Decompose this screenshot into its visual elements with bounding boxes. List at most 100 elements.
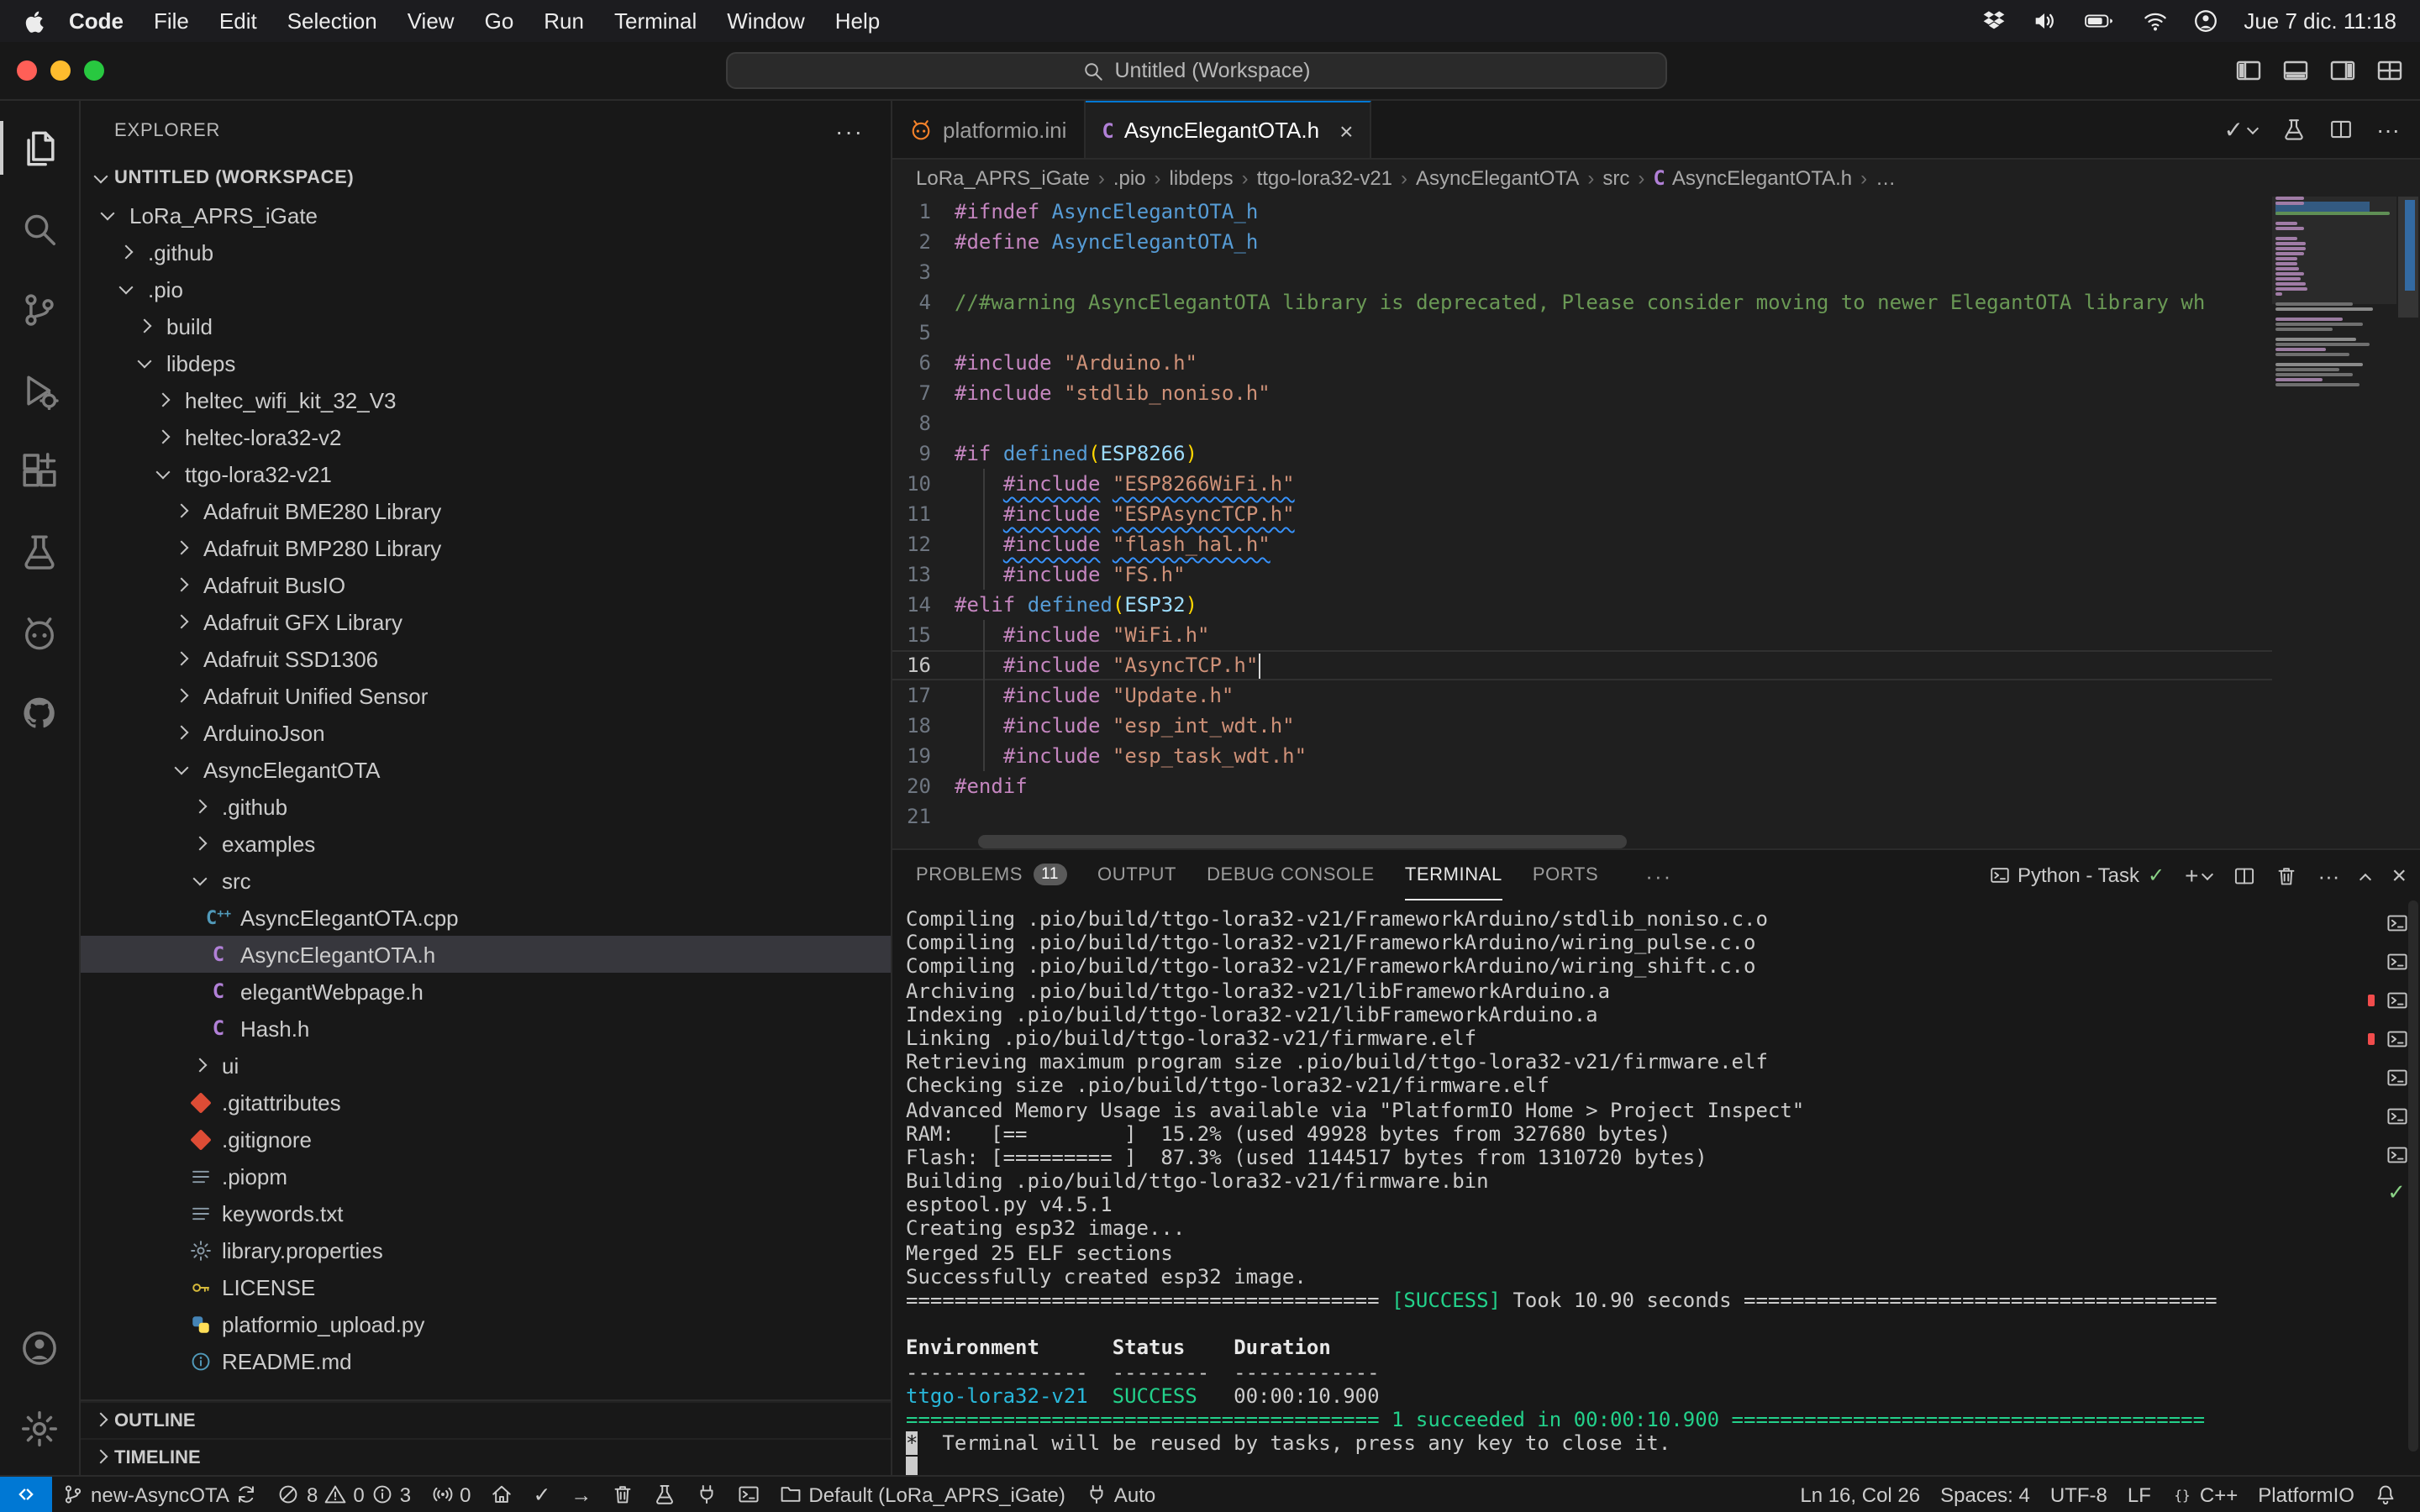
tree-item-hash.h[interactable]: CHash.h [81,1010,891,1047]
breadcrumb-lora_aprs_igate[interactable]: LoRa_APRS_iGate [916,166,1090,190]
statusbar-pio-test[interactable] [644,1477,686,1512]
close-window-button[interactable] [17,60,37,81]
statusbar-platformio-status[interactable]: PlatformIO [2248,1477,2365,1512]
code-line-3[interactable]: 3 [892,257,2272,287]
tree-item-adafruit-busio[interactable]: Adafruit BusIO [81,566,891,603]
tree-item-arduinojson[interactable]: ArduinoJson [81,714,891,751]
navigate-back-button[interactable] [672,57,699,84]
tree-item-libdeps[interactable]: libdeps [81,344,891,381]
statusbar-pio-env[interactable]: Default (LoRa_APRS_iGate) [770,1477,1076,1512]
code-line-1[interactable]: 1#ifndef AsyncElegantOTA_h [892,197,2272,227]
menu-run[interactable]: Run [529,8,599,34]
tree-item-asyncelegantota.h[interactable]: CAsyncElegantOTA.h [81,936,891,973]
customize-layout-icon[interactable] [2376,57,2403,84]
tree-item-asyncelegantota[interactable]: AsyncElegantOTA [81,751,891,788]
terminal-instance-4[interactable] [2383,1026,2410,1050]
tree-item-.github[interactable]: .github [81,234,891,270]
apple-menu-icon[interactable] [24,9,47,33]
breadcrumb-libdeps[interactable]: libdeps [1170,166,1234,190]
statusbar-pio-clean[interactable] [602,1477,644,1512]
breadcrumb-asyncelegantota[interactable]: AsyncElegantOTA [1416,166,1579,190]
activity-testing[interactable] [0,511,80,591]
statusbar-language-mode[interactable]: {}C++ [2161,1477,2248,1512]
explorer-more-actions-icon[interactable]: ··· [835,117,864,144]
menu-view[interactable]: View [392,8,470,34]
code-line-10[interactable]: 10 #include "ESP8266WiFi.h" [892,469,2272,499]
tree-item-examples[interactable]: examples [81,825,891,862]
code-line-14[interactable]: 14#elif defined(ESP32) [892,590,2272,620]
tree-item-.piopm[interactable]: .piopm [81,1158,891,1194]
task-success-icon[interactable]: ✓ [2383,1181,2410,1205]
menu-help[interactable]: Help [820,8,896,34]
terminal-instance-2[interactable] [2383,949,2410,973]
statusbar-pio-serial-monitor[interactable] [686,1477,728,1512]
tree-item-lora-aprs-igate[interactable]: LoRa_APRS_iGate [81,197,891,234]
menu-code[interactable]: Code [54,8,139,34]
toggle-secondary-sidebar-icon[interactable] [2329,57,2356,84]
panel-tab-ports[interactable]: PORTS [1533,850,1598,900]
statusbar-problems[interactable]: 803 [268,1477,421,1512]
statusbar-eol[interactable]: LF [2118,1477,2161,1512]
terminal-instance-7[interactable] [2383,1142,2410,1166]
toggle-panel-icon[interactable] [2282,57,2309,84]
tree-item-.pio[interactable]: .pio [81,270,891,307]
activity-explorer[interactable] [0,108,80,188]
terminal-output[interactable]: Compiling .pio/build/ttgo-lora32-v21/Fra… [892,900,2373,1475]
breadcrumb-ttgo-lora32-v21[interactable]: ttgo-lora32-v21 [1257,166,1392,190]
tree-item-ui[interactable]: ui [81,1047,891,1084]
tree-item-adafruit-gfx-library[interactable]: Adafruit GFX Library [81,603,891,640]
editor-more-actions-button[interactable]: ··· [2376,116,2400,143]
statusbar-pio-upload[interactable]: → [560,1477,602,1512]
code-line-21[interactable]: 21 [892,801,2272,832]
activity-search[interactable] [0,188,80,269]
terminal-instance-6[interactable] [2383,1104,2410,1127]
test-beaker-button[interactable] [2282,118,2306,141]
code-line-4[interactable]: 4//#warning AsyncElegantOTA library is d… [892,287,2272,318]
code-line-20[interactable]: 20#endif [892,771,2272,801]
code-line-15[interactable]: 15 #include "WiFi.h" [892,620,2272,650]
activity-extensions[interactable] [0,430,80,511]
panel-tab-output[interactable]: OUTPUT [1097,850,1176,900]
toggle-sidebar-icon[interactable] [2235,57,2262,84]
statusbar-pio-build[interactable]: ✓ [523,1477,560,1512]
breadcrumb-asyncelegantota.h[interactable]: CAsyncElegantOTA.h [1653,166,1852,190]
code-line-2[interactable]: 2#define AsyncElegantOTA_h [892,227,2272,257]
code-line-5[interactable]: 5 [892,318,2272,348]
command-center-search[interactable]: Untitled (Workspace) [726,52,1667,89]
outline-section-header[interactable]: OUTLINE [81,1401,891,1438]
activity-source-control[interactable] [0,269,80,349]
statusbar-encoding[interactable]: UTF-8 [2040,1477,2118,1512]
minimize-window-button[interactable] [50,60,71,81]
terminal-instance-1[interactable] [2383,911,2410,934]
tree-item-adafruit-bmp280-library[interactable]: Adafruit BMP280 Library [81,529,891,566]
activity-platformio[interactable] [0,591,80,672]
terminal-instance-5[interactable] [2383,1065,2410,1089]
close-panel-icon[interactable]: × [2391,861,2407,890]
tree-item-.github[interactable]: .github [81,788,891,825]
menubar-clock[interactable]: Jue 7 dic. 11:18 [2244,8,2396,34]
code-line-9[interactable]: 9#if defined(ESP8266) [892,438,2272,469]
panel-scrollbar[interactable] [2408,900,2418,1452]
breadcrumb-src[interactable]: src [1602,166,1629,190]
vertical-scrollbar[interactable] [2396,197,2420,848]
breadcrumb-…[interactable]: … [1876,166,1896,190]
panel-tabs-more-icon[interactable]: ··· [1645,863,1672,888]
tab-asyncelegantota.h[interactable]: CAsyncElegantOTA.h× [1085,101,1371,158]
code-editor[interactable]: 1#ifndef AsyncElegantOTA_h2#define Async… [892,197,2420,848]
zoom-window-button[interactable] [84,60,104,81]
menu-go[interactable]: Go [470,8,529,34]
tree-item-keywords.txt[interactable]: keywords.txt [81,1194,891,1231]
activity-settings[interactable] [0,1388,80,1468]
kill-terminal-icon[interactable] [2275,864,2297,886]
statusbar-git-branch[interactable]: new-AsyncOTA [52,1477,268,1512]
code-line-7[interactable]: 7#include "stdlib_noniso.h" [892,378,2272,408]
tab-platformio.ini[interactable]: platformio.ini [892,101,1085,158]
tree-item-readme.md[interactable]: README.md [81,1342,891,1379]
panel-tab-debug-console[interactable]: DEBUG CONSOLE [1207,850,1375,900]
tree-item-asyncelegantota.cpp[interactable]: C++AsyncElegantOTA.cpp [81,899,891,936]
workspace-section-header[interactable]: UNTITLED (WORKSPACE) [81,160,891,197]
navigate-forward-button[interactable] [699,57,726,84]
menubar-wifi-icon[interactable] [2143,8,2168,34]
tree-item-src[interactable]: src [81,862,891,899]
tree-item-adafruit-unified-sensor[interactable]: Adafruit Unified Sensor [81,677,891,714]
